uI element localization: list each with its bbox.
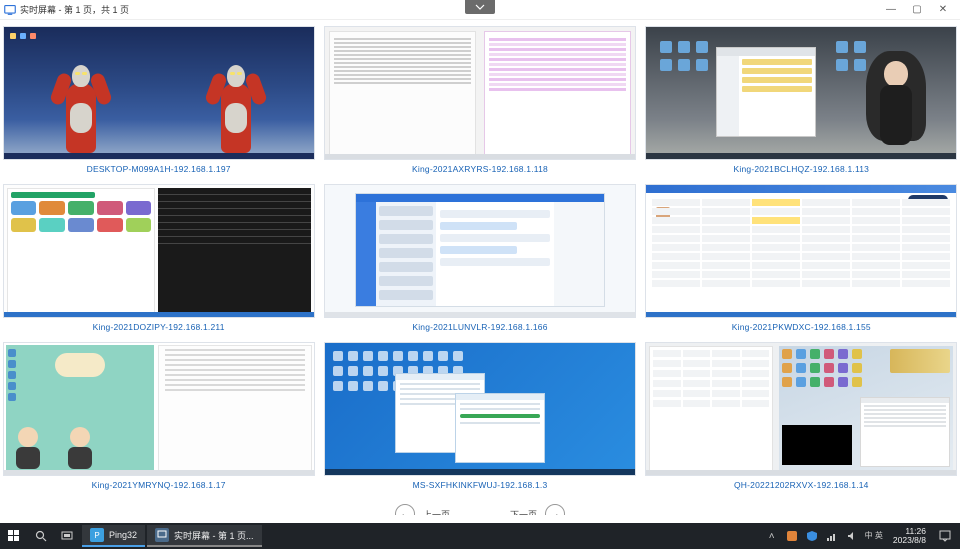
next-page-button[interactable]: 下一页 →: [510, 504, 565, 515]
pagination: ← 上一页 下一页 →: [2, 500, 958, 515]
thumbnail-label: MS-SXFHKINKFWUJ-192.168.1.3: [413, 476, 548, 496]
screen-thumbnail[interactable]: [645, 342, 957, 476]
ime-indicator[interactable]: 中 英: [865, 532, 883, 540]
thumbnail-label: King-2021AXRYRS-192.168.1.118: [412, 160, 548, 180]
thumbnail-row: King-2021YMRYNQ-192.168.1.17 MS-SXFHKINK…: [2, 342, 958, 496]
tray-app-icon[interactable]: [785, 529, 799, 543]
screen-thumbnail[interactable]: [645, 26, 957, 160]
thumbnail-cell: King-2021LUNVLR-192.168.1.166: [324, 184, 636, 338]
screen-thumbnail[interactable]: [324, 342, 636, 476]
app-icon: [155, 528, 169, 542]
window-title: 实时屏幕 - 第 1 页，共 1 页: [20, 3, 129, 16]
chevron-down-icon: [475, 4, 485, 10]
notification-icon: [939, 530, 951, 542]
screen-thumbnail[interactable]: [324, 26, 636, 160]
dropdown-toggle[interactable]: [465, 0, 495, 14]
prev-page-label: 上一页: [423, 508, 450, 516]
thumbnail-label: King-2021PKWDXC-192.168.1.155: [732, 318, 871, 338]
screen-thumbnail[interactable]: [324, 184, 636, 318]
thumbnail-cell: MS-SXFHKINKFWUJ-192.168.1.3: [324, 342, 636, 496]
taskbar-app-ping32[interactable]: P Ping32: [82, 525, 145, 547]
tray-shield-icon[interactable]: [805, 529, 819, 543]
maximize-button[interactable]: ▢: [910, 4, 924, 15]
thumbnail-grid: DESKTOP-M099A1H-192.168.1.197 King-2021A…: [0, 20, 960, 515]
thumbnail-label: King-2021LUNVLR-192.168.1.166: [412, 318, 547, 338]
app-icon: P: [90, 528, 104, 542]
minimize-button[interactable]: —: [884, 4, 898, 15]
thumbnail-cell: King-2021DOZIPY-192.168.1.211: [3, 184, 315, 338]
thumbnail-cell: King-2021YMRYNQ-192.168.1.17: [3, 342, 315, 496]
thumbnail-cell: DESKTOP-M099A1H-192.168.1.197: [3, 26, 315, 180]
search-icon: [35, 530, 47, 542]
app-label: 实时屏幕 - 第 1 页...: [174, 529, 254, 542]
clock[interactable]: 11:26 2023/8/8: [889, 527, 930, 546]
search-button[interactable]: [28, 523, 54, 549]
thumbnail-cell: QH-20221202RXVX-192.168.1.14: [645, 342, 957, 496]
window-controls: — ▢ ✕: [884, 4, 956, 15]
thumbnail-cell: King-2021PKWDXC-192.168.1.155: [645, 184, 957, 338]
system-tray: ˄ 中 英 11:26 2023/8/8: [765, 523, 960, 549]
screen-thumbnail[interactable]: [3, 342, 315, 476]
windows-icon: [8, 530, 20, 542]
close-button[interactable]: ✕: [936, 4, 950, 15]
thumbnail-row: DESKTOP-M099A1H-192.168.1.197 King-2021A…: [2, 26, 958, 180]
screen-thumbnail[interactable]: [3, 26, 315, 160]
thumbnail-cell: King-2021BCLHQZ-192.168.1.113: [645, 26, 957, 180]
tray-chevron-icon[interactable]: ˄: [765, 529, 779, 543]
thumbnail-label: DESKTOP-M099A1H-192.168.1.197: [87, 160, 231, 180]
thumbnail-label: QH-20221202RXVX-192.168.1.14: [734, 476, 869, 496]
taskbar: P Ping32 实时屏幕 - 第 1 页... ˄ 中 英 11:26 202…: [0, 523, 960, 549]
next-page-label: 下一页: [510, 508, 537, 516]
tray-volume-icon[interactable]: [845, 529, 859, 543]
thumbnail-label: King-2021DOZIPY-192.168.1.211: [93, 318, 225, 338]
screen-thumbnail[interactable]: [645, 184, 957, 318]
titlebar: 实时屏幕 - 第 1 页，共 1 页 — ▢ ✕: [0, 0, 960, 20]
task-view-button[interactable]: [54, 523, 80, 549]
arrow-right-icon: →: [545, 504, 565, 515]
task-view-icon: [61, 530, 73, 542]
app-icon: [4, 4, 16, 16]
thumbnail-row: King-2021DOZIPY-192.168.1.211 King-2021L…: [2, 184, 958, 338]
screen-thumbnail[interactable]: [3, 184, 315, 318]
app-label: Ping32: [109, 530, 137, 540]
thumbnail-label: King-2021BCLHQZ-192.168.1.113: [734, 160, 870, 180]
arrow-left-icon: ←: [395, 504, 415, 515]
thumbnail-cell: King-2021AXRYRS-192.168.1.118: [324, 26, 636, 180]
start-button[interactable]: [0, 523, 28, 549]
prev-page-button[interactable]: ← 上一页: [395, 504, 450, 515]
taskbar-app-realtime[interactable]: 实时屏幕 - 第 1 页...: [147, 525, 262, 547]
tray-network-icon[interactable]: [825, 529, 839, 543]
notification-button[interactable]: [936, 523, 954, 549]
thumbnail-label: King-2021YMRYNQ-192.168.1.17: [92, 476, 226, 496]
clock-date: 2023/8/8: [893, 536, 926, 545]
